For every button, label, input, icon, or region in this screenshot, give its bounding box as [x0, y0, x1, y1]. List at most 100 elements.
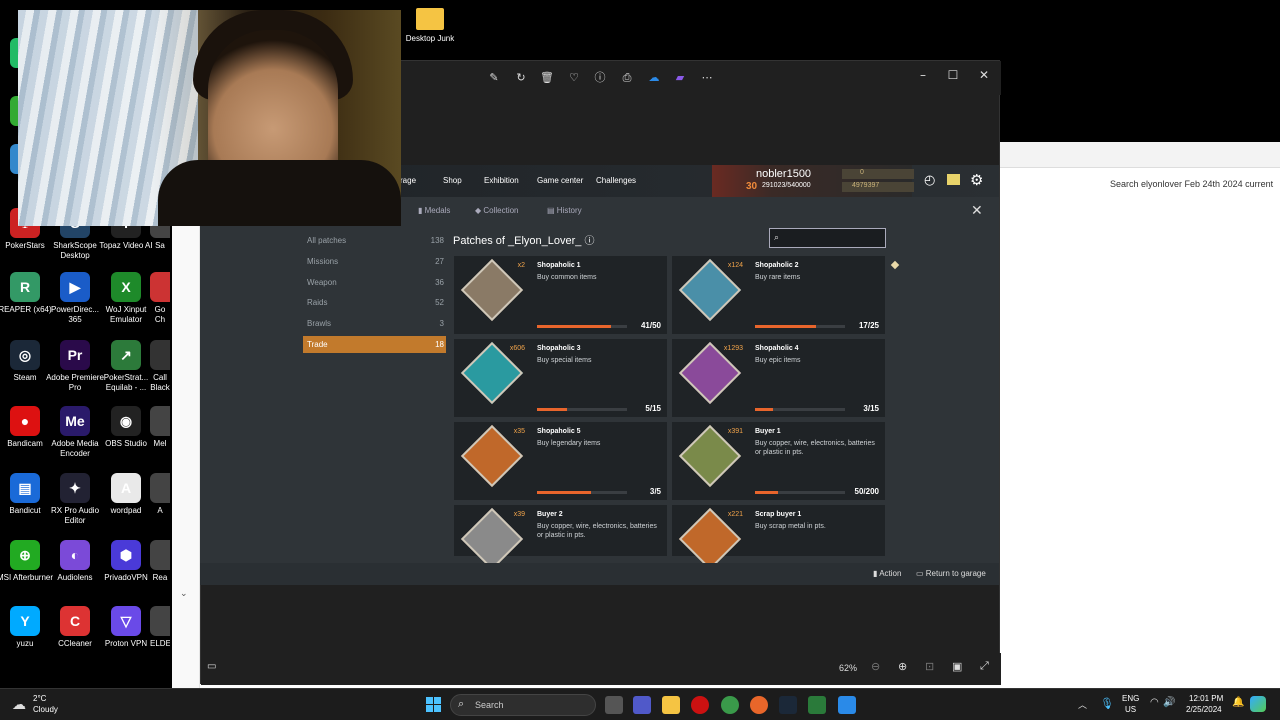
tab-history[interactable]: ▤ History [547, 206, 582, 215]
desktop-icon[interactable]: A [150, 473, 170, 516]
search-icon: ⌕ [458, 698, 465, 710]
category-item[interactable]: Raids 52 [303, 294, 446, 311]
calculator-icon[interactable] [808, 696, 826, 714]
copilot-icon[interactable] [1250, 696, 1266, 712]
patch-description: Buy copper, wire, electronics, batteries… [537, 523, 657, 539]
maximize-icon[interactable]: ☐ [938, 65, 968, 85]
more-icon[interactable]: ⋯ [699, 70, 715, 86]
desktop-icon[interactable]: Mel [150, 406, 170, 449]
desktop-icon[interactable]: ⬢ PrivadoVPN [96, 540, 156, 583]
language-us[interactable]: US [1125, 705, 1136, 714]
tab-collection[interactable]: ◆ Collection [475, 206, 519, 215]
desktop-icon[interactable]: Call Black [150, 340, 170, 393]
clipchamp-icon[interactable]: ▰ [672, 70, 688, 86]
action-hint[interactable]: ▮ Action [873, 569, 901, 578]
patch-card[interactable]: x39 Buyer 2 Buy copper, wire, electronics,… [454, 505, 667, 563]
file-explorer-icon[interactable] [662, 696, 680, 714]
category-item[interactable]: Brawls 3 [303, 315, 446, 332]
credits-counter: 4979397 [842, 182, 914, 192]
rotate-icon[interactable]: ↻ [513, 70, 529, 86]
weather-cloud-icon[interactable]: ☁ [12, 696, 26, 713]
patch-search-input[interactable]: ⌕ [769, 228, 886, 248]
favorite-icon[interactable]: ♡ [566, 70, 582, 86]
photos-icon[interactable] [838, 696, 856, 714]
chrome-icon[interactable] [721, 696, 739, 714]
desktop-icon[interactable]: Go Ch [150, 272, 170, 325]
windows-start-icon[interactable] [426, 697, 441, 712]
desktop-icon[interactable]: Awordpad [96, 473, 156, 516]
patch-count: x606 [509, 345, 525, 352]
patch-card[interactable]: x1293 Shopaholic 4 Buy epic items 3/15 [672, 339, 885, 417]
app-icon [150, 606, 170, 636]
onedrive-icon[interactable]: ☁ [646, 70, 662, 86]
desktop-icon[interactable]: ◉ OBS Studio [96, 406, 156, 449]
minimize-icon[interactable]: – [908, 65, 938, 85]
tray-chevron-icon[interactable]: ︿ [1078, 698, 1087, 711]
desktop-icon-label: PrivadoVPN [104, 573, 148, 582]
chat-icon[interactable] [947, 174, 960, 185]
actual-size-icon[interactable]: ▣ [952, 660, 962, 673]
desktop-icon[interactable]: ↗ PokerStrat... Equilab - ... [96, 340, 156, 393]
desktop-icon[interactable]: Rea [150, 540, 170, 583]
taskbar-search-box[interactable]: ⌕ Search [450, 694, 596, 716]
return-to-garage-hint[interactable]: ▭ Return to garage [916, 569, 986, 578]
desktop-icon[interactable]: ELDE [150, 606, 170, 649]
patch-card[interactable]: x35 Shopaholic 5 Buy legendary items 3/5 [454, 422, 667, 500]
wifi-icon[interactable]: ◠ [1150, 697, 1159, 708]
teams-icon[interactable] [633, 696, 651, 714]
nav-exhibition[interactable]: Exhibition [484, 176, 519, 185]
close-panel-icon[interactable]: ✕ [971, 202, 983, 219]
explorer-search-text[interactable]: Search elyonlover Feb 24th 2024 current [1110, 179, 1273, 189]
speedometer-icon[interactable]: ◴ [924, 173, 935, 188]
desktop-icon[interactable]: X WoJ Xinput Emulator [96, 272, 156, 325]
zoom-out-icon[interactable]: ⊖ [871, 660, 880, 673]
clock-date[interactable]: 2/25/2024 [1186, 705, 1222, 714]
app-icon: Pr [60, 340, 90, 370]
patch-count: x39 [513, 511, 525, 518]
desktop-icon-label: Sa [155, 241, 165, 250]
firefox-icon[interactable] [750, 696, 768, 714]
category-item[interactable]: Missions 27 [303, 253, 446, 270]
info-icon[interactable]: ⓘ [592, 70, 608, 86]
fullscreen-icon[interactable]: ⤢ [980, 660, 989, 673]
zoom-in-icon[interactable]: ⊕ [898, 660, 907, 673]
patch-card[interactable]: x221 Scrap buyer 1 Buy scrap metal in pts. [672, 505, 885, 563]
fit-icon[interactable]: ⊡ [925, 660, 934, 673]
category-item[interactable]: Trade 18 [303, 336, 446, 353]
filmstrip-icon[interactable]: ▭ [207, 661, 216, 672]
nav-garage[interactable]: rage [400, 176, 416, 185]
task-view-icon[interactable] [605, 696, 623, 714]
bandicam-icon[interactable] [691, 696, 709, 714]
language-eng[interactable]: ENG [1122, 694, 1139, 703]
desktop-icon[interactable]: ▽ Proton VPN [96, 606, 156, 649]
patch-card[interactable]: x124 Shopaholic 2 Buy rare items 17/25 [672, 256, 885, 334]
close-icon[interactable]: ✕ [969, 65, 999, 85]
category-item[interactable]: All patches 138 [303, 232, 446, 249]
microphone-icon[interactable]: 🎙 [1100, 697, 1114, 710]
patch-card[interactable]: x391 Buyer 1 Buy copper, wire, electronics… [672, 422, 885, 500]
print-icon[interactable]: ⎙ [619, 70, 635, 86]
category-item[interactable]: Weapon 36 [303, 274, 446, 291]
nav-shop[interactable]: Shop [443, 176, 462, 185]
edit-icon[interactable]: ✎ [486, 70, 502, 86]
desktop-junk-folder[interactable]: Desktop Junk [400, 8, 460, 44]
steam-icon[interactable] [779, 696, 797, 714]
volume-icon[interactable]: 🔊 [1163, 697, 1175, 708]
patch-card[interactable]: x606 Shopaholic 3 Buy special items 5/15 [454, 339, 667, 417]
patch-card[interactable]: x2 Shopaholic 1 Buy common items 41/50 [454, 256, 667, 334]
settings-gear-icon[interactable]: ⚙ [970, 171, 983, 189]
desktop-icon-label: Topaz Video AI [99, 241, 153, 250]
delete-icon[interactable]: 🗑 [539, 70, 555, 86]
clock-time[interactable]: 12:01 PM [1189, 694, 1223, 703]
patch-count: x1293 [723, 345, 743, 352]
nav-challenges[interactable]: Challenges [596, 176, 636, 185]
category-label: Trade [307, 340, 328, 349]
chevron-down-icon[interactable]: ⌄ [180, 588, 188, 599]
tab-medals[interactable]: ▮ Medals [418, 206, 450, 215]
help-icon[interactable]: ⓘ [584, 236, 594, 247]
notification-icon[interactable]: 🔔 [1232, 697, 1244, 708]
category-label: Weapon [307, 277, 337, 287]
search-icon: ⌕ [774, 232, 780, 242]
nav-game-center[interactable]: Game center [537, 176, 583, 185]
scroll-marker-icon[interactable] [890, 260, 900, 270]
